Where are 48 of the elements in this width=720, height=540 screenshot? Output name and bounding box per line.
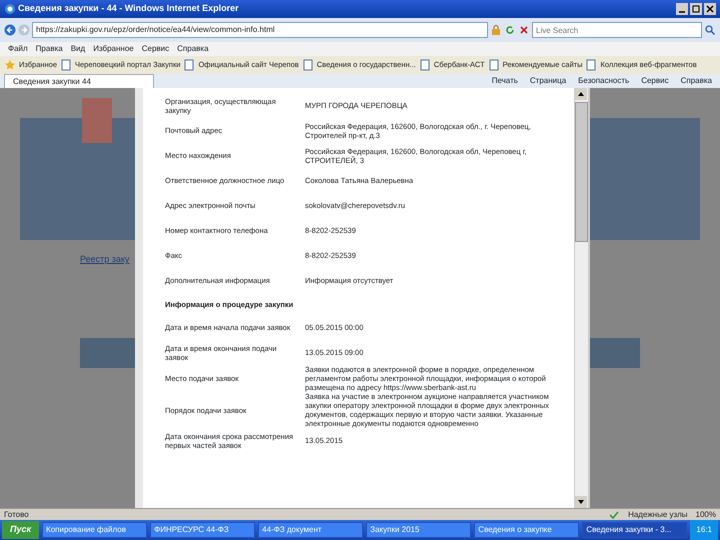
search-field[interactable]: Live Search — [532, 22, 702, 38]
security-zone: Надежные узлы — [628, 508, 688, 520]
refresh-icon[interactable] — [504, 24, 516, 36]
status-text: Готово — [4, 508, 30, 520]
zoom-level[interactable]: 100% — [696, 508, 716, 520]
taskbar-button[interactable]: Закупки 2015 — [366, 522, 472, 538]
taskbar-button[interactable]: Копирование файлов — [42, 522, 148, 538]
star-icon[interactable] — [4, 59, 16, 71]
address-field[interactable]: https://zakupki.gov.ru/epz/order/notice/ea44/view/common-info.html — [32, 22, 488, 38]
command-button[interactable]: Сервис — [637, 75, 673, 87]
page-icon[interactable] — [418, 59, 431, 71]
maximize-icon[interactable] — [690, 3, 702, 15]
taskbar-button[interactable]: Сведения о закупке — [474, 522, 580, 538]
page-icon[interactable] — [585, 59, 598, 71]
taskbar-button[interactable]: 44-ФЗ документ — [258, 522, 364, 538]
menu-item[interactable]: Правка — [32, 43, 67, 55]
lock-icon[interactable] — [490, 24, 502, 36]
emblem-picture — [82, 98, 112, 143]
command-button[interactable]: Страница — [526, 75, 570, 87]
stop-icon[interactable] — [518, 24, 530, 36]
page-icon[interactable] — [183, 59, 196, 71]
command-button[interactable]: Печать — [488, 75, 522, 87]
start-button[interactable]: Пуск — [2, 521, 40, 539]
browser-icon — [4, 3, 16, 15]
scroll-down-icon[interactable] — [575, 496, 587, 508]
taskbar-button[interactable]: ФИНРЕСУРС 44-ФЗ — [150, 522, 256, 538]
check-icon — [608, 508, 620, 520]
page-icon[interactable] — [488, 59, 500, 71]
close-icon[interactable] — [704, 3, 716, 15]
menu-item[interactable]: Справка — [173, 43, 213, 55]
browser-tab[interactable]: Сведения закупки 44 — [4, 74, 154, 88]
command-button[interactable]: Безопасность — [574, 75, 634, 87]
minimize-icon[interactable] — [676, 3, 688, 15]
page-icon[interactable] — [60, 59, 72, 71]
back-icon[interactable] — [4, 24, 16, 36]
page-icon[interactable] — [302, 59, 314, 71]
menu-item[interactable]: Файл — [4, 43, 32, 55]
taskbar-button[interactable]: Сведения закупки - 3... — [582, 522, 688, 538]
command-button[interactable]: Справка — [676, 75, 716, 87]
scrollbar[interactable] — [574, 88, 588, 508]
scroll-thumb[interactable] — [575, 102, 588, 242]
clock: 16:1 — [690, 520, 718, 540]
search-icon[interactable] — [704, 24, 716, 36]
menu-item[interactable]: Избранное — [89, 43, 138, 55]
scroll-up-icon[interactable] — [575, 88, 587, 100]
menu-item[interactable]: Сервис — [138, 43, 174, 55]
menu-item[interactable]: Вид — [66, 43, 90, 55]
window-title: Сведения закупки - 44 - Windows Internet Explorer — [18, 2, 240, 16]
